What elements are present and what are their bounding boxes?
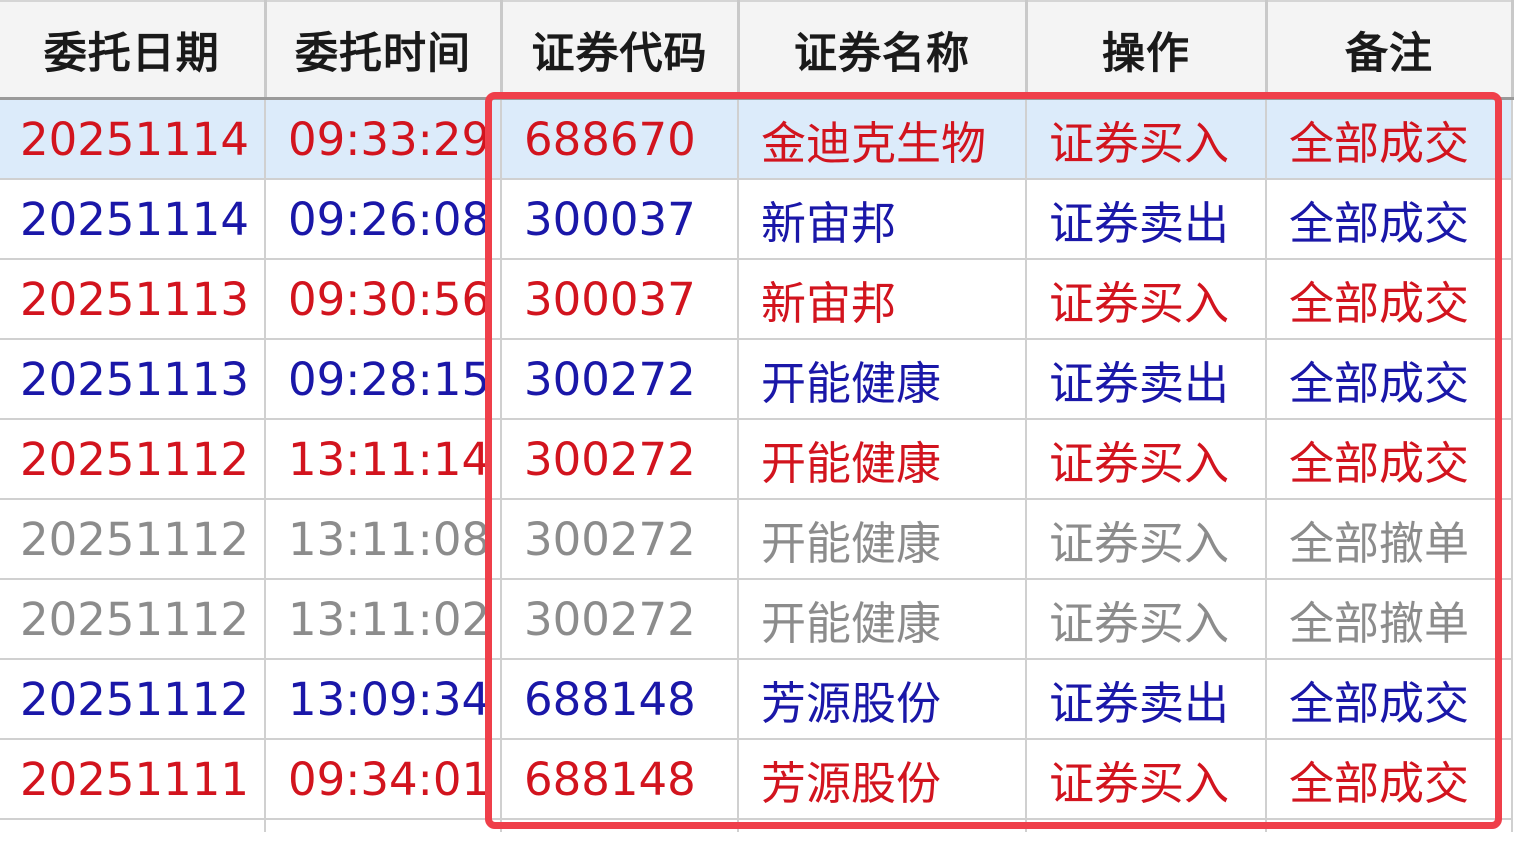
table-row[interactable]: 20251113 09:28:15 300272 开能健康 证券卖出 全部成交 <box>0 339 1513 420</box>
table-row[interactable]: 20251111 09:34:01 688148 芳源股份 证券买入 全部成交 <box>0 739 1513 820</box>
cell-order-date: 20251112 <box>0 579 266 660</box>
cell-order-date: 20251112 <box>0 659 266 740</box>
empty-cell <box>0 819 266 832</box>
table-row[interactable]: 20251114 09:26:08 300037 新宙邦 证券卖出 全部成交 <box>0 179 1513 260</box>
cell-security-name: 开能健康 <box>738 499 1027 580</box>
cell-remark: 全部成交 <box>1266 419 1513 500</box>
cell-operation: 证券买入 <box>1026 98 1267 180</box>
cell-remark: 全部成交 <box>1266 179 1513 260</box>
table-header: 委托日期 委托时间 证券代码 证券名称 操作 备注 <box>0 0 1514 100</box>
empty-cell <box>501 819 739 832</box>
cell-order-time: 09:30:56 <box>265 259 502 340</box>
cell-operation: 证券卖出 <box>1026 659 1267 740</box>
cell-order-time: 13:09:34 <box>265 659 502 740</box>
cell-remark: 全部成交 <box>1266 98 1513 180</box>
cell-remark: 全部撤单 <box>1266 579 1513 660</box>
cell-security-code: 300272 <box>501 579 739 660</box>
cell-remark: 全部撤单 <box>1266 499 1513 580</box>
empty-cell <box>1266 819 1513 832</box>
order-history-panel: 委托日期 委托时间 证券代码 证券名称 操作 备注 20251114 09:33… <box>0 0 1519 844</box>
cell-security-name: 开能健康 <box>738 579 1027 660</box>
cell-operation: 证券买入 <box>1026 499 1267 580</box>
cell-security-name: 新宙邦 <box>738 259 1027 340</box>
cell-order-time: 09:33:29 <box>265 98 502 180</box>
cell-order-date: 20251113 <box>0 259 266 340</box>
column-header-order-time[interactable]: 委托时间 <box>265 0 503 100</box>
table-row[interactable]: 20251112 13:09:34 688148 芳源股份 证券卖出 全部成交 <box>0 659 1513 740</box>
table-body: 20251114 09:33:29 688670 金迪克生物 证券买入 全部成交… <box>0 98 1513 832</box>
cell-operation: 证券买入 <box>1026 419 1267 500</box>
column-header-operation[interactable]: 操作 <box>1026 0 1268 100</box>
cell-order-time: 13:11:14 <box>265 419 502 500</box>
cell-remark: 全部成交 <box>1266 659 1513 740</box>
cell-security-name: 芳源股份 <box>738 739 1027 820</box>
cell-operation: 证券卖出 <box>1026 339 1267 420</box>
cell-remark: 全部成交 <box>1266 259 1513 340</box>
cell-security-code: 688148 <box>501 739 739 820</box>
cell-order-date: 20251114 <box>0 179 266 260</box>
table-row[interactable]: 20251114 09:33:29 688670 金迪克生物 证券买入 全部成交 <box>0 98 1513 180</box>
cell-remark: 全部成交 <box>1266 739 1513 820</box>
column-header-security-name[interactable]: 证券名称 <box>738 0 1028 100</box>
cell-operation: 证券卖出 <box>1026 179 1267 260</box>
cell-order-time: 13:11:08 <box>265 499 502 580</box>
table-row[interactable]: 20251113 09:30:56 300037 新宙邦 证券买入 全部成交 <box>0 259 1513 340</box>
column-header-remark[interactable]: 备注 <box>1266 0 1514 100</box>
cell-security-name: 开能健康 <box>738 419 1027 500</box>
cell-order-time: 13:11:02 <box>265 579 502 660</box>
cell-security-code: 300272 <box>501 339 739 420</box>
cell-order-date: 20251113 <box>0 339 266 420</box>
cell-order-date: 20251111 <box>0 739 266 820</box>
column-header-security-code[interactable]: 证券代码 <box>501 0 740 100</box>
cell-security-code: 300272 <box>501 419 739 500</box>
table-row-partial <box>0 819 1513 832</box>
empty-cell <box>265 819 502 832</box>
cell-security-code: 300272 <box>501 499 739 580</box>
cell-order-date: 20251112 <box>0 419 266 500</box>
header-row: 委托日期 委托时间 证券代码 证券名称 操作 备注 <box>0 0 1514 100</box>
empty-cell <box>738 819 1027 832</box>
cell-security-name: 芳源股份 <box>738 659 1027 740</box>
cell-operation: 证券买入 <box>1026 739 1267 820</box>
cell-security-code: 300037 <box>501 179 739 260</box>
cell-security-code: 688148 <box>501 659 739 740</box>
order-table: 委托日期 委托时间 证券代码 证券名称 操作 备注 20251114 09:33… <box>0 0 1514 832</box>
cell-security-name: 开能健康 <box>738 339 1027 420</box>
cell-order-time: 09:28:15 <box>265 339 502 420</box>
cell-operation: 证券买入 <box>1026 259 1267 340</box>
cell-security-code: 300037 <box>501 259 739 340</box>
cell-order-time: 09:34:01 <box>265 739 502 820</box>
table-row[interactable]: 20251112 13:11:02 300272 开能健康 证券买入 全部撤单 <box>0 579 1513 660</box>
cell-security-code: 688670 <box>501 98 739 180</box>
cell-security-name: 新宙邦 <box>738 179 1027 260</box>
cell-order-date: 20251114 <box>0 98 266 180</box>
cell-operation: 证券买入 <box>1026 579 1267 660</box>
cell-order-date: 20251112 <box>0 499 266 580</box>
table-row[interactable]: 20251112 13:11:08 300272 开能健康 证券买入 全部撤单 <box>0 499 1513 580</box>
table-row[interactable]: 20251112 13:11:14 300272 开能健康 证券买入 全部成交 <box>0 419 1513 500</box>
cell-security-name: 金迪克生物 <box>738 98 1027 180</box>
cell-remark: 全部成交 <box>1266 339 1513 420</box>
empty-cell <box>1026 819 1267 832</box>
cell-order-time: 09:26:08 <box>265 179 502 260</box>
column-header-order-date[interactable]: 委托日期 <box>0 0 267 100</box>
